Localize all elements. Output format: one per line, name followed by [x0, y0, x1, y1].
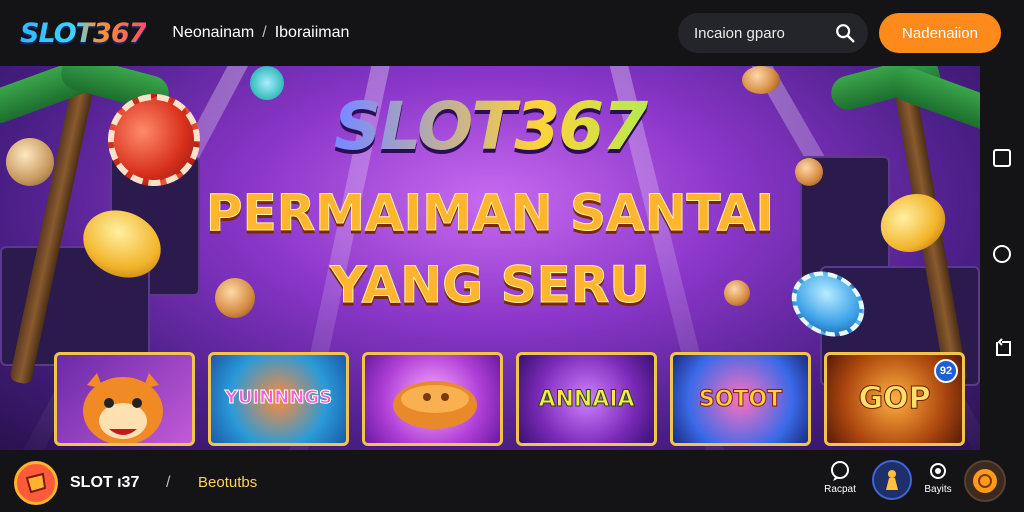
footer-logo-icon[interactable]	[14, 461, 58, 505]
footer-link[interactable]: Beotutbs	[198, 474, 257, 491]
game-tile-label: ANNAIA	[538, 387, 635, 413]
chat-icon	[831, 461, 849, 481]
game-tile-sotot[interactable]: SOTOT	[670, 352, 811, 446]
game-tile-row: YUINNNGS ANNAIA SOTOT GOP 92	[54, 352, 965, 446]
blob-icon	[393, 381, 477, 429]
top-bar: SLOT367 Neonainam / Iboraiiman Nadenaiio…	[0, 0, 1024, 66]
search-box	[678, 13, 868, 53]
hero-banner[interactable]: SLOT367 PERMAIMAN SANTAI YANG SERU YUINN…	[0, 66, 980, 450]
chat-label: Racpat	[824, 484, 856, 495]
game-tile-label: SOTOT	[698, 387, 783, 413]
banner-brand-title: SLOT367	[0, 88, 980, 165]
profile-button[interactable]	[964, 460, 1006, 502]
cta-button[interactable]: Nadenaiion	[879, 13, 1001, 53]
back-icon[interactable]	[992, 338, 1012, 358]
game-tile-gop[interactable]: GOP 92	[824, 352, 965, 446]
footer-separator: /	[166, 474, 171, 491]
bottom-bar: SLOT ı37 / Beotutbs Racpat Bayits	[0, 450, 1024, 512]
game-tile-tiger[interactable]	[54, 352, 195, 446]
settings-label: Bayits	[924, 484, 952, 495]
game-tile-label: YUINNNGS	[224, 387, 333, 409]
chip-icon	[25, 472, 47, 494]
banner-headline-1: PERMAIMAN SANTAI	[205, 184, 775, 243]
nav-separator: /	[262, 24, 267, 41]
tile-badge: 92	[934, 359, 958, 383]
chat-button[interactable]: Racpat	[818, 460, 862, 495]
game-tile-label: GOP	[858, 381, 931, 417]
site-logo[interactable]: SLOT367	[20, 18, 147, 49]
footer-brand[interactable]: SLOT ı37	[70, 474, 139, 492]
tiger-icon	[83, 373, 163, 443]
user-icon	[886, 470, 898, 490]
square-icon[interactable]	[992, 148, 1012, 168]
system-nav-rail	[980, 66, 1024, 450]
search-icon[interactable]	[834, 22, 856, 44]
breadcrumb: Neonainam / Iboraiiman	[172, 24, 349, 42]
banner-headline-2: YANG SERU	[330, 256, 651, 315]
game-tile-yuinnngs[interactable]: YUINNNGS	[208, 352, 349, 446]
nav-item-2[interactable]: Iboraiiman	[275, 24, 350, 42]
game-tile-blob[interactable]	[362, 352, 503, 446]
game-tile-annaia[interactable]: ANNAIA	[516, 352, 657, 446]
search-input[interactable]	[694, 24, 834, 42]
settings-icon	[930, 463, 946, 479]
settings-button[interactable]: Bayits	[916, 460, 960, 495]
nav-item-1[interactable]: Neonainam	[172, 24, 254, 42]
coin-icon	[973, 469, 997, 493]
circle-icon[interactable]	[992, 244, 1012, 264]
user-button[interactable]	[872, 460, 912, 500]
